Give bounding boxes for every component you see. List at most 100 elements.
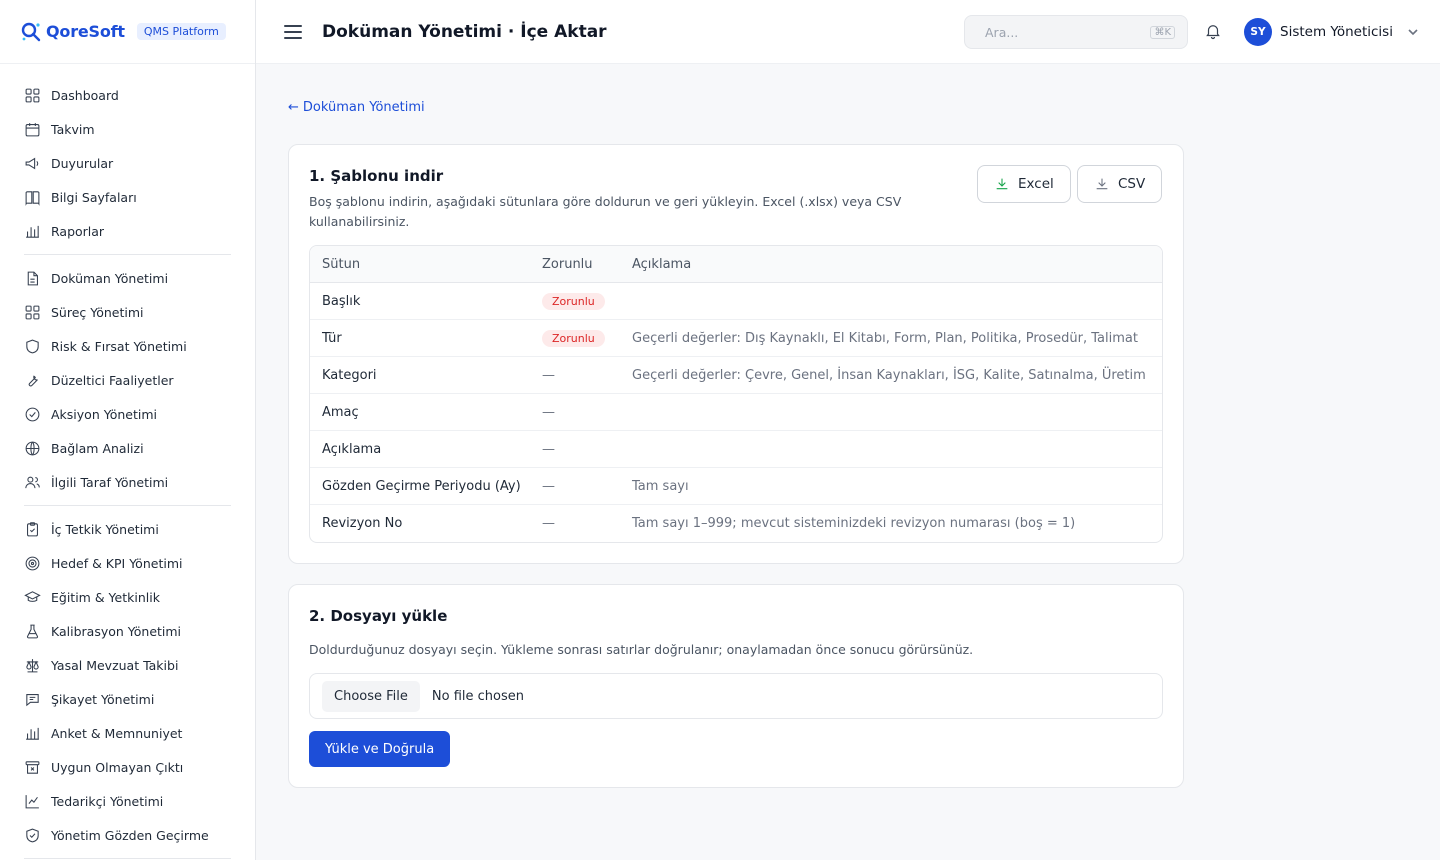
user-name: Sistem Yöneticisi xyxy=(1280,24,1393,40)
sidebar-item-risk-fırsat-yönetimi[interactable]: Risk & Fırsat Yönetimi xyxy=(24,329,231,363)
archive-x-icon xyxy=(24,759,41,776)
sidebar-item-takvim[interactable]: Takvim xyxy=(24,112,231,146)
download-icon xyxy=(1096,178,1108,190)
cell-column-name: Amaç xyxy=(322,404,359,420)
sidebar-item-yasal-mevzuat-takibi[interactable]: Yasal Mevzuat Takibi xyxy=(24,648,231,682)
sidebar-item-i-ç-tetkik-yönetimi[interactable]: İç Tetkik Yönetimi xyxy=(24,512,231,546)
cell-column-name: Kategori xyxy=(322,367,377,383)
user-menu[interactable]: SY Sistem Yöneticisi xyxy=(1244,18,1419,46)
sidebar-item-dashboard[interactable]: Dashboard xyxy=(24,78,231,112)
excel-label: Excel xyxy=(1018,176,1054,192)
nav-divider xyxy=(24,505,231,506)
sidebar-item-bilgi-sayfaları[interactable]: Bilgi Sayfaları xyxy=(24,180,231,214)
cell-column-name: Başlık xyxy=(322,293,361,309)
sidebar-item-label: Anket & Memnuniyet xyxy=(51,725,183,741)
table-row: Amaç — xyxy=(310,394,1162,431)
search-input[interactable]: Ara... ⌘K xyxy=(964,15,1188,49)
cell-required: Zorunlu xyxy=(542,329,632,347)
cell-required: — xyxy=(542,442,632,457)
sidebar-item-aksiyon-yönetimi[interactable]: Aksiyon Yönetimi xyxy=(24,397,231,431)
required-badge: Zorunlu xyxy=(542,329,605,347)
flask-icon xyxy=(24,623,41,640)
sidebar-item-şikayet-yönetimi[interactable]: Şikayet Yönetimi xyxy=(24,682,231,716)
sidebar-item-label: Aksiyon Yönetimi xyxy=(51,406,157,422)
step2-description: Doldurduğunuz dosyayı seçin. Yükleme son… xyxy=(309,642,974,657)
back-link[interactable]: ← Doküman Yönetimi xyxy=(288,100,425,115)
sidebar-item-kalibrasyon-yönetimi[interactable]: Kalibrasyon Yönetimi xyxy=(24,614,231,648)
menu-toggle-icon[interactable] xyxy=(284,24,302,39)
cell-required: Zorunlu xyxy=(542,292,632,310)
sidebar-item-label: Uygun Olmayan Çıktı xyxy=(51,759,184,775)
sidebar-item-i-lgili-taraf-yönetimi[interactable]: İlgili Taraf Yönetimi xyxy=(24,465,231,499)
back-link-label: Doküman Yönetimi xyxy=(302,100,425,115)
table-row: Kategori — Geçerli değerler: Çevre, Genel,… xyxy=(310,357,1162,394)
sidebar-item-label: Düzeltici Faaliyetler xyxy=(51,372,174,388)
sidebar-item-label: İç Tetkik Yönetimi xyxy=(51,521,159,537)
sidebar-item-label: Hedef & KPI Yönetimi xyxy=(51,555,183,571)
grid-icon xyxy=(24,304,41,321)
sidebar-item-label: Yönetim Gözden Geçirme xyxy=(51,827,209,843)
wrench-icon xyxy=(24,372,41,389)
download-csv-button[interactable]: CSV xyxy=(1077,165,1163,203)
table-row: Gözden Geçirme Periyodu (Ay) — Tam sayı xyxy=(310,468,1162,505)
line-chart-icon xyxy=(24,793,41,810)
sidebar-item-label: Duyurular xyxy=(51,155,114,171)
cell-required: — xyxy=(542,368,632,383)
table-row: Tür Zorunlu Geçerli değerler: Dış Kaynaklı… xyxy=(310,320,1162,357)
optional-dash: — xyxy=(542,478,555,494)
sidebar-item-bağlam-analizi[interactable]: Bağlam Analizi xyxy=(24,431,231,465)
document-icon xyxy=(24,270,41,287)
sidebar-item-duyurular[interactable]: Duyurular xyxy=(24,146,231,180)
table-row: Açıklama — xyxy=(310,431,1162,468)
download-icon xyxy=(996,178,1008,190)
template-download-card: 1. Şablonu indir Boş şablonu indirin, aş… xyxy=(288,144,1184,564)
sidebar-item-süreç-yönetimi[interactable]: Süreç Yönetimi xyxy=(24,295,231,329)
download-excel-button[interactable]: Excel xyxy=(977,165,1071,203)
sidebar-item-tedarikçi-yönetimi[interactable]: Tedarikçi Yönetimi xyxy=(24,784,231,818)
brand-logo[interactable]: QoreSoft xyxy=(20,21,125,43)
cell-column-name: Revizyon No xyxy=(322,516,403,531)
sidebar-item-düzeltici-faaliyetler[interactable]: Düzeltici Faaliyetler xyxy=(24,363,231,397)
choose-file-button[interactable]: Choose File xyxy=(322,680,420,712)
bar-chart-icon xyxy=(24,725,41,742)
shield-icon xyxy=(24,338,41,355)
file-input[interactable]: Choose File No file chosen xyxy=(309,673,1163,719)
target-icon xyxy=(24,555,41,572)
step1-description: Boş şablonu indirin, aşağıdaki sütunlara… xyxy=(309,194,902,229)
step1-title: 1. Şablonu indir xyxy=(309,167,444,185)
optional-dash: — xyxy=(542,441,555,457)
sidebar-item-uygun-olmayan-çıktı[interactable]: Uygun Olmayan Çıktı xyxy=(24,750,231,784)
platform-badge: QMS Platform xyxy=(136,23,226,40)
sidebar-item-eğitim-yetkinlik[interactable]: Eğitim & Yetkinlik xyxy=(24,580,231,614)
globe-icon xyxy=(24,440,41,457)
shield-check-icon xyxy=(24,827,41,844)
check-circle-icon xyxy=(24,406,41,423)
topbar: Doküman Yönetimi · İçe Aktar Ara... ⌘K S… xyxy=(256,0,1440,64)
cell-description: Tam sayı xyxy=(632,478,689,494)
required-badge: Zorunlu xyxy=(542,292,605,310)
file-status: No file chosen xyxy=(431,688,524,704)
sidebar-item-label: Doküman Yönetimi xyxy=(51,270,169,286)
csv-label: CSV xyxy=(1118,176,1146,192)
sidebar-item-doküman-yönetimi[interactable]: Doküman Yönetimi xyxy=(24,261,231,295)
notifications-bell-icon[interactable] xyxy=(1204,22,1224,42)
sidebar-item-label: İlgili Taraf Yönetimi xyxy=(51,474,169,490)
sidebar-item-hedef-kpi-yönetimi[interactable]: Hedef & KPI Yönetimi xyxy=(24,546,231,580)
sidebar-nav: Dashboard Takvim Duyurular Bilgi Sayfaları R… xyxy=(0,64,255,859)
sidebar-item-label: Risk & Fırsat Yönetimi xyxy=(51,338,187,354)
columns-table: Sütun Zorunlu Açıklama Başlık Zorunlu Tür Z… xyxy=(309,245,1163,543)
sidebar-item-anket-memnuniyet[interactable]: Anket & Memnuniyet xyxy=(24,716,231,750)
sidebar-item-label: Kalibrasyon Yönetimi xyxy=(51,623,182,639)
upload-validate-button[interactable]: Yükle ve Doğrula xyxy=(309,731,451,767)
cell-column-name: Gözden Geçirme Periyodu (Ay) xyxy=(322,478,521,494)
avatar: SY xyxy=(1244,18,1272,46)
cell-description: Geçerli değerler: Çevre, Genel, İnsan Ka… xyxy=(632,367,1146,383)
sidebar-item-raporlar[interactable]: Raporlar xyxy=(24,214,231,248)
header-column: Sütun xyxy=(322,256,361,272)
sidebar-item-label: Dashboard xyxy=(51,87,119,103)
cell-column-name: Tür xyxy=(322,330,342,346)
table-header: Sütun Zorunlu Açıklama xyxy=(310,246,1162,283)
logo-mark-icon xyxy=(21,22,41,41)
sidebar-item-yönetim-gözden-geçirme[interactable]: Yönetim Gözden Geçirme xyxy=(24,818,231,852)
page-title: Doküman Yönetimi · İçe Aktar xyxy=(322,21,607,42)
